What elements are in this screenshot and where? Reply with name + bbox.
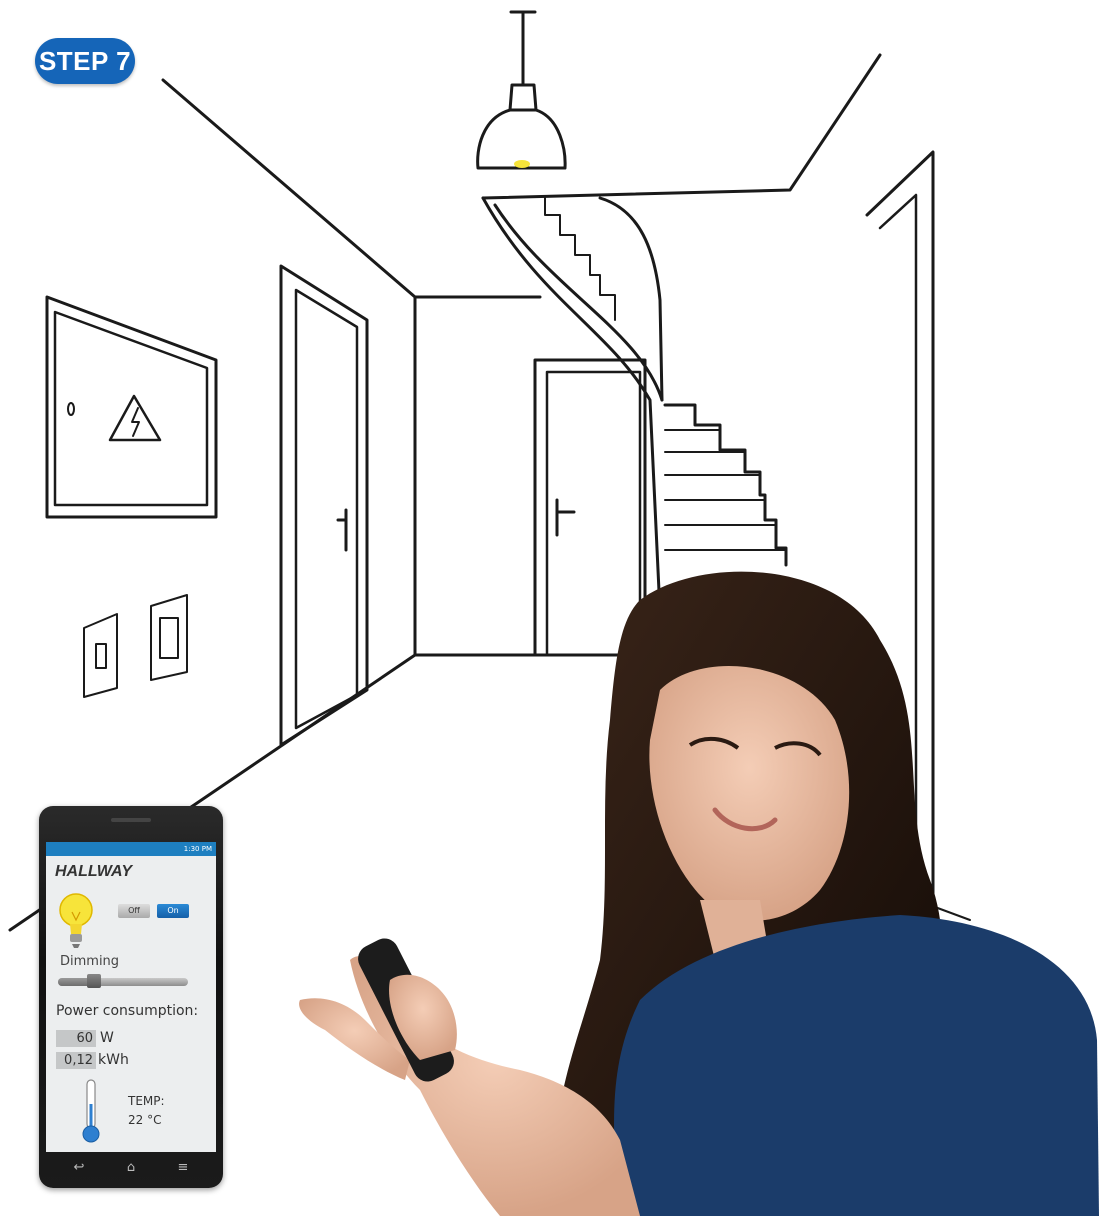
light-on-button[interactable]: On <box>157 904 189 918</box>
step-badge: STEP 7 <box>35 38 135 84</box>
phone-nav-bar: ↩ ⌂ ≡ <box>46 1156 216 1180</box>
energy-unit: kWh <box>98 1052 129 1068</box>
smartphone: 1:30 PM HALLWAY Off On Dimming Power con… <box>39 806 223 1188</box>
temperature-readout: TEMP: 22 °C <box>128 1092 165 1130</box>
temperature-label: TEMP: <box>128 1094 165 1108</box>
power-consumption-label: Power consumption: <box>56 1003 199 1019</box>
status-bar: 1:30 PM <box>46 842 216 856</box>
dimming-label: Dimming <box>60 954 120 969</box>
dimming-slider-thumb[interactable] <box>87 974 102 988</box>
woman-photo <box>299 571 1099 1216</box>
watts-value: 60 <box>56 1030 96 1047</box>
status-time: 1:30 PM <box>183 845 212 853</box>
phone-screen: 1:30 PM HALLWAY Off On Dimming Power con… <box>46 842 216 1152</box>
back-arrow-icon[interactable]: ↩ <box>64 1158 94 1178</box>
temperature-value: 22 °C <box>128 1113 162 1127</box>
dimming-slider[interactable] <box>58 974 188 988</box>
menu-icon[interactable]: ≡ <box>168 1158 198 1178</box>
light-off-button[interactable]: Off <box>118 904 150 918</box>
thermometer-icon <box>82 1079 100 1143</box>
light-bulb-icon <box>59 893 93 948</box>
phone-speaker <box>111 818 151 822</box>
room-title: HALLWAY <box>55 863 133 880</box>
watts-unit: W <box>100 1030 114 1046</box>
energy-value: 0,12 <box>56 1052 96 1069</box>
home-icon[interactable]: ⌂ <box>116 1158 146 1178</box>
